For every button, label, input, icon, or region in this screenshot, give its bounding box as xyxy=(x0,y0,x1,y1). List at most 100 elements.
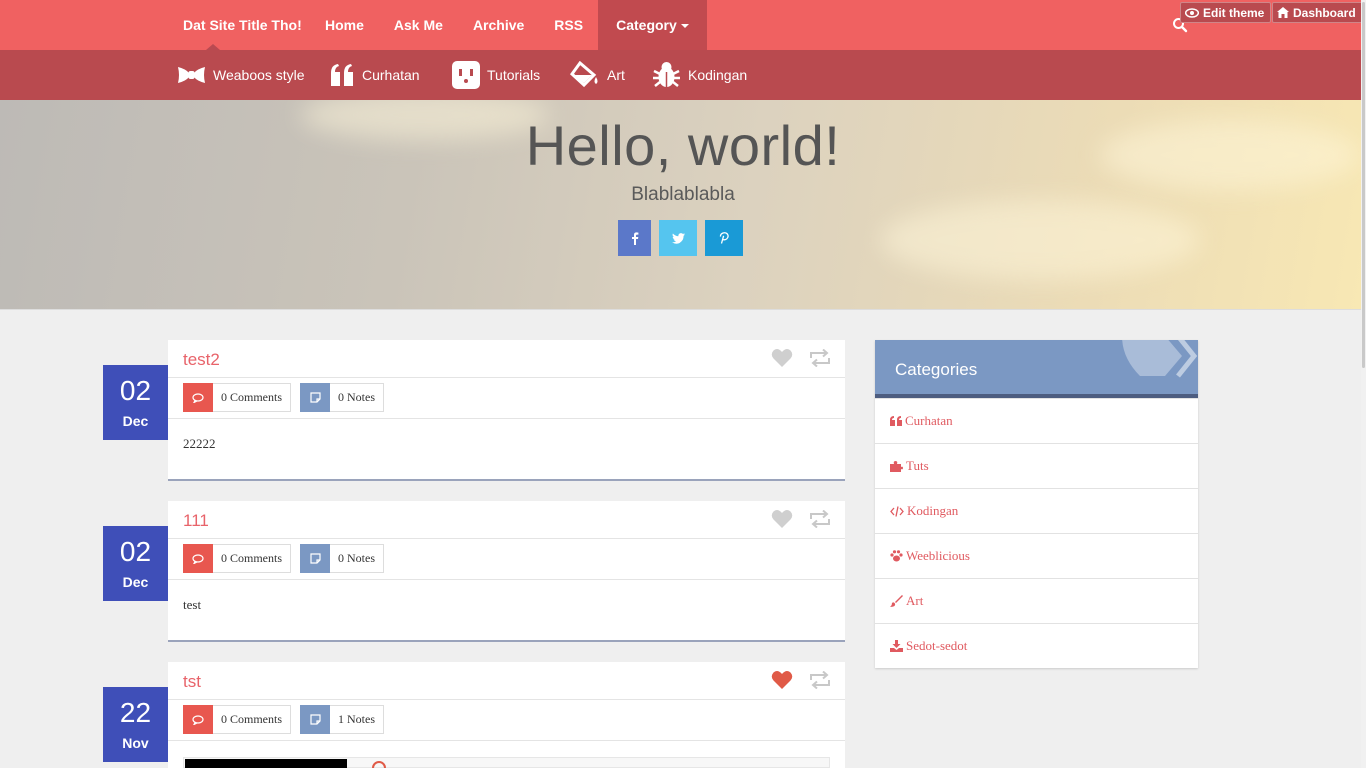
nav-ask-me[interactable]: Ask Me xyxy=(379,0,458,50)
paint-bucket-icon xyxy=(570,61,598,88)
category-item-sedot-sedot[interactable]: Sedot-sedot xyxy=(875,623,1198,668)
category-label: Art xyxy=(906,593,924,608)
heart-icon[interactable] xyxy=(771,509,793,529)
nav-archive[interactable]: Archive xyxy=(458,0,539,50)
reblog-icon[interactable] xyxy=(809,349,831,367)
comments-button[interactable]: 0 Comments xyxy=(183,705,292,734)
cloud-decoration xyxy=(880,200,1200,280)
subnav-item-curhatan[interactable]: Curhatan xyxy=(330,50,420,100)
notes-button[interactable]: 0 Notes xyxy=(300,544,384,573)
heart-icon[interactable] xyxy=(771,348,793,368)
pinterest-button[interactable] xyxy=(705,220,743,256)
post-date: 02 Dec xyxy=(103,365,168,440)
category-label: Tuts xyxy=(906,458,929,473)
note-icon xyxy=(300,544,330,573)
subnav-label: Tutorials xyxy=(487,67,541,83)
notes-button[interactable]: 1 Notes xyxy=(300,705,384,734)
hero-title: Hello, world! xyxy=(525,114,841,177)
category-subnav: Weaboos style Curhatan Tutorials Art Kod… xyxy=(0,50,1366,100)
post-title[interactable]: 111 xyxy=(183,511,209,531)
twitter-button[interactable] xyxy=(659,220,697,256)
media-avatar xyxy=(372,761,386,768)
scrollbar-thumb[interactable] xyxy=(1362,2,1365,368)
post-meta: 0 Comments 1 Notes xyxy=(168,700,845,741)
code-icon xyxy=(890,505,904,517)
category-label: Category xyxy=(616,17,677,33)
embedded-media[interactable] xyxy=(183,757,830,768)
nav-category-dropdown[interactable]: Category xyxy=(598,0,707,50)
post-meta: 0 Comments 0 Notes xyxy=(168,378,845,419)
home-icon xyxy=(1277,7,1289,18)
comments-button[interactable]: 0 Comments xyxy=(183,383,292,412)
reblog-icon[interactable] xyxy=(809,510,831,528)
pinterest-icon xyxy=(719,232,729,244)
category-item-weeblicious[interactable]: Weeblicious xyxy=(875,533,1198,578)
notes-count: 1 Notes xyxy=(330,705,384,734)
subnav-item-kodingan[interactable]: Kodingan xyxy=(652,50,747,100)
nav-home[interactable]: Home xyxy=(310,0,379,50)
post-card: 111 0 Comments 0 Notes test xyxy=(168,501,845,640)
categories-header: Categories xyxy=(875,340,1198,398)
post-month: Dec xyxy=(122,574,149,590)
quote-icon xyxy=(890,416,902,426)
twitter-icon xyxy=(671,232,685,244)
category-item-curhatan[interactable]: Curhatan xyxy=(875,398,1198,443)
site-title[interactable]: Dat Site Title Tho! xyxy=(183,17,302,33)
eye-icon xyxy=(1185,7,1199,18)
facebook-icon xyxy=(631,231,638,245)
heart-icon[interactable] xyxy=(771,670,793,690)
post-day: 22 xyxy=(119,697,152,728)
subnav-label: Art xyxy=(607,67,625,83)
reblog-icon[interactable] xyxy=(809,671,831,689)
brush-icon xyxy=(890,595,903,607)
caret-down-icon xyxy=(680,24,689,29)
post-header: test2 xyxy=(168,340,845,378)
comments-count: 0 Comments xyxy=(213,383,292,412)
comments-button[interactable]: 0 Comments xyxy=(183,544,292,573)
post-day: 02 xyxy=(119,375,152,406)
post-month: Dec xyxy=(122,413,149,429)
post-header: 111 xyxy=(168,501,845,539)
notes-button[interactable]: 0 Notes xyxy=(300,383,384,412)
post-card: tst 0 Comments 1 Notes xyxy=(168,662,845,768)
post-card: test2 0 Comments 0 Notes 22222 xyxy=(168,340,845,479)
hero-subtitle: Blablablabla xyxy=(631,184,735,205)
comments-count: 0 Comments xyxy=(213,544,292,573)
paw-icon xyxy=(890,550,903,562)
category-item-tuts[interactable]: Tuts xyxy=(875,443,1198,488)
subnav-label: Kodingan xyxy=(688,67,748,83)
note-icon xyxy=(300,383,330,412)
comment-icon xyxy=(183,544,213,573)
tags-icon xyxy=(1122,340,1198,378)
category-label: Weeblicious xyxy=(906,548,970,563)
category-item-kodingan[interactable]: Kodingan xyxy=(875,488,1198,533)
nav-rss[interactable]: RSS xyxy=(539,0,598,50)
edit-theme-label: Edit theme xyxy=(1203,5,1265,20)
quote-icon xyxy=(331,64,353,86)
bug-icon xyxy=(653,62,680,87)
facebook-button[interactable] xyxy=(618,220,651,256)
notes-count: 0 Notes xyxy=(330,544,384,573)
puzzle-icon xyxy=(890,460,903,472)
edit-theme-button[interactable]: Edit theme xyxy=(1180,2,1272,23)
plug-icon xyxy=(452,61,480,89)
note-icon xyxy=(300,705,330,734)
subnav-item-art[interactable]: Art xyxy=(570,50,625,100)
subnav-label: Curhatan xyxy=(362,67,420,83)
post-month: Nov xyxy=(122,735,149,751)
subnav-item-tutorials[interactable]: Tutorials xyxy=(452,50,540,100)
category-label: Sedot-sedot xyxy=(906,638,968,653)
dashboard-label: Dashboard xyxy=(1293,5,1356,20)
post-header: tst xyxy=(168,662,845,700)
post-title[interactable]: tst xyxy=(183,672,201,692)
top-navbar: Dat Site Title Tho! Home Ask Me Archive … xyxy=(0,0,1366,50)
post-meta: 0 Comments 0 Notes xyxy=(168,539,845,580)
notes-count: 0 Notes xyxy=(330,383,384,412)
dashboard-button[interactable]: Dashboard xyxy=(1272,2,1363,23)
subnav-label: Weaboos style xyxy=(213,67,305,83)
post-title[interactable]: test2 xyxy=(183,350,220,370)
comment-icon xyxy=(183,705,213,734)
subnav-item-weaboos[interactable]: Weaboos style xyxy=(177,50,305,100)
category-item-art[interactable]: Art xyxy=(875,578,1198,623)
media-thumbnail xyxy=(185,759,347,768)
